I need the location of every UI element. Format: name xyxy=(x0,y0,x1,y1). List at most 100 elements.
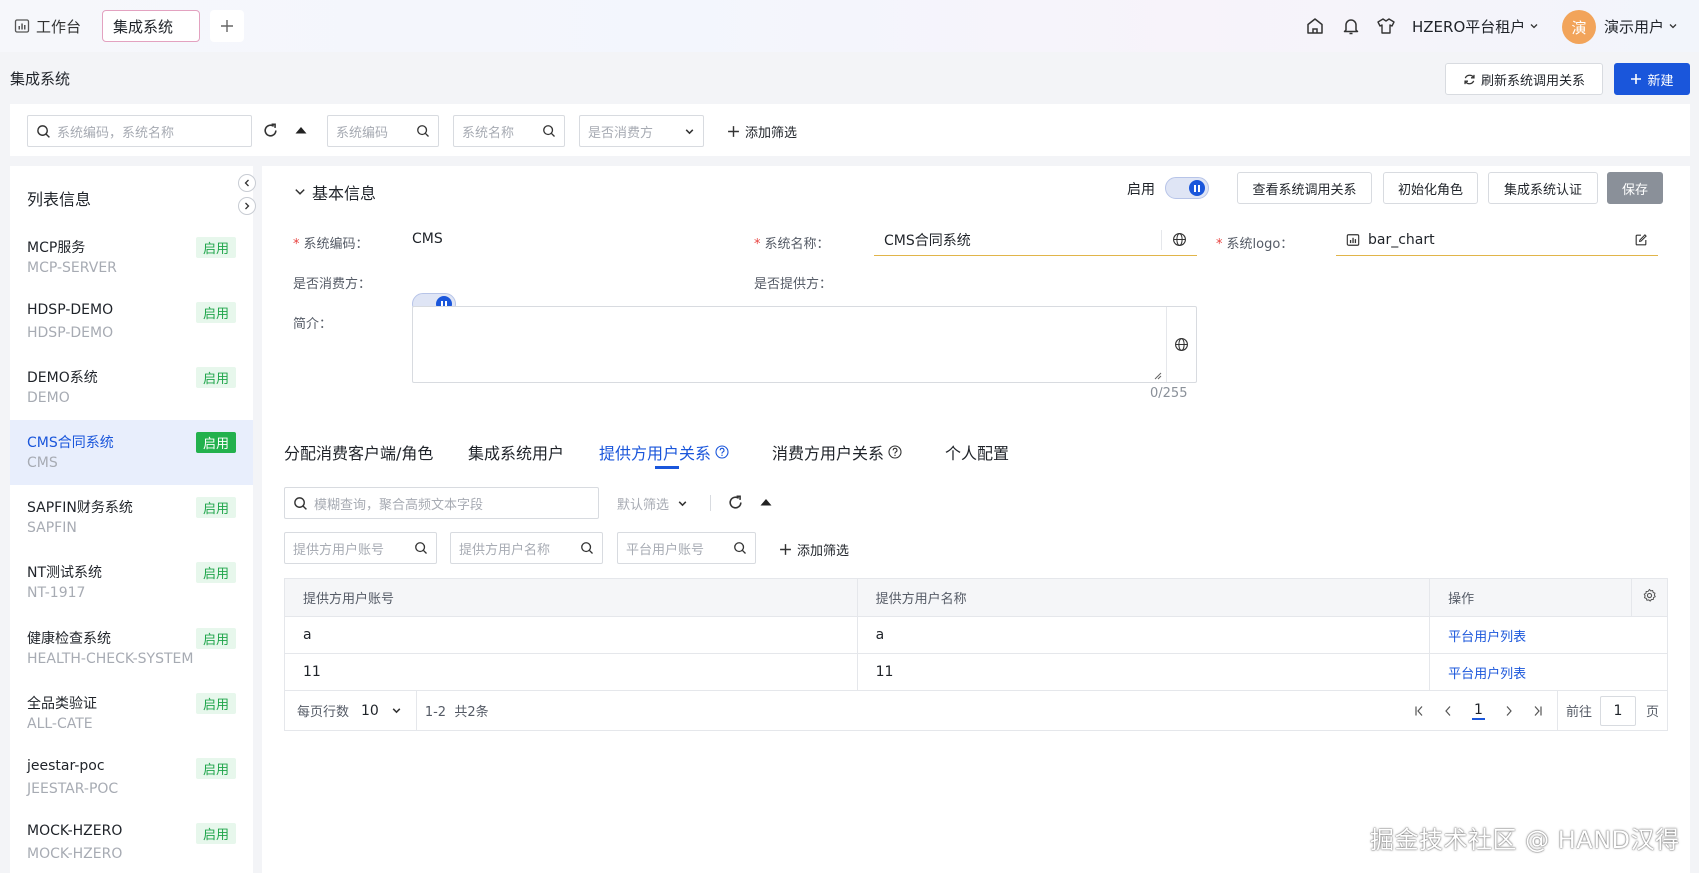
system-name-filter[interactable]: 系统名称 xyxy=(453,115,565,147)
provider-name-filter[interactable]: 提供方用户名称 xyxy=(450,532,603,564)
gear-icon[interactable] xyxy=(1642,588,1657,603)
init-role-button[interactable]: 初始化角色 xyxy=(1383,172,1478,204)
tab-system-users[interactable]: 集成系统用户 xyxy=(468,440,564,464)
rows-per-page-select[interactable]: 10 xyxy=(361,703,402,719)
collapse-up-icon[interactable] xyxy=(294,124,308,136)
expand-right-button[interactable] xyxy=(238,197,256,215)
list-item[interactable]: DEMO系统 DEMO 启用 xyxy=(10,355,253,420)
list-item-name: DEMO系统 xyxy=(27,370,98,386)
list-item-name: 全品类验证 xyxy=(27,696,97,712)
save-label: 保存 xyxy=(1621,182,1648,198)
system-code-value: CMS xyxy=(412,231,443,247)
platform-user-list-link[interactable]: 平台用户列表 xyxy=(1448,667,1526,682)
list-item[interactable]: MCP服务 MCP-SERVER 启用 xyxy=(10,225,253,290)
reload-icon[interactable] xyxy=(262,122,279,139)
search-icon xyxy=(36,124,51,139)
bell-icon[interactable] xyxy=(1339,14,1363,38)
list-item[interactable]: NT测试系统 NT-1917 启用 xyxy=(10,550,253,615)
char-count: 0/255 xyxy=(1150,386,1188,401)
system-logo-field[interactable]: bar_chart xyxy=(1336,224,1658,256)
view-relation-button[interactable]: 查看系统调用关系 xyxy=(1237,172,1372,204)
enable-switch[interactable] xyxy=(1165,177,1209,199)
system-code-filter[interactable]: 系统编码 xyxy=(327,115,439,147)
field-divider xyxy=(1161,229,1162,250)
list-item-code: JEESTAR-POC xyxy=(27,781,119,797)
default-filter-select[interactable]: 默认筛选 xyxy=(617,494,688,513)
platform-account-filter[interactable]: 平台用户账号 xyxy=(617,532,756,564)
list-item-code: NT-1917 xyxy=(27,585,86,601)
search-icon xyxy=(733,541,747,555)
column-header[interactable]: 提供方用户账号 xyxy=(284,578,858,617)
avatar-text: 演 xyxy=(1571,18,1587,37)
user-menu[interactable]: 演示用户 xyxy=(1604,14,1678,38)
last-page-icon[interactable] xyxy=(1533,705,1543,717)
tab-provider-user-relation[interactable]: 提供方用户关系 xyxy=(599,440,729,464)
tab-consumer-user-relation[interactable]: 消费方用户关系 xyxy=(772,440,902,464)
tenant-selector[interactable]: HZERO平台租户 xyxy=(1412,14,1539,38)
list-item[interactable]: jeestar-poc JEESTAR-POC 启用 xyxy=(10,746,253,811)
list-item[interactable]: MOCK-HZERO MOCK-HZERO 启用 xyxy=(10,811,253,873)
table-row[interactable]: a a 平台用户列表 xyxy=(284,616,1668,654)
consumer-select[interactable]: 是否消费方 xyxy=(579,115,704,147)
list-item[interactable]: HDSP-DEMO HDSP-DEMO 启用 xyxy=(10,290,253,355)
refresh-relation-button[interactable]: 刷新系统调用关系 xyxy=(1445,63,1603,95)
reload-icon[interactable] xyxy=(727,494,744,511)
status-badge: 启用 xyxy=(195,562,236,583)
current-page[interactable]: 1 xyxy=(1472,702,1485,720)
shirt-icon[interactable] xyxy=(1374,14,1398,38)
goto-page-input[interactable]: 1 xyxy=(1599,695,1636,726)
section-title: 基本信息 xyxy=(312,184,377,203)
search-input[interactable]: 系统编码，系统名称 xyxy=(27,115,252,147)
next-page-icon[interactable] xyxy=(1505,705,1513,717)
list-item[interactable]: 健康检查系统 HEALTH-CHECK-SYSTEM 启用 xyxy=(10,616,253,681)
add-tab-button[interactable] xyxy=(210,10,244,42)
cell-account: 11 xyxy=(284,653,858,691)
resize-handle-icon[interactable] xyxy=(1154,372,1162,380)
add-filter-button[interactable]: 添加筛选 xyxy=(779,540,849,559)
tab-consumer-client-role[interactable]: 分配消费客户端/角色 xyxy=(284,440,433,464)
edit-icon[interactable] xyxy=(1634,233,1648,247)
fuzzy-search-placeholder: 模糊查询，聚合高频文本字段 xyxy=(314,497,484,513)
collapse-up-icon[interactable] xyxy=(759,496,773,508)
add-filter-label: 添加筛选 xyxy=(745,126,798,141)
list-item-code: HEALTH-CHECK-SYSTEM xyxy=(27,651,194,667)
chevron-down-icon xyxy=(1529,21,1539,31)
provider-account-filter[interactable]: 提供方用户账号 xyxy=(284,532,437,564)
intro-textarea[interactable] xyxy=(412,306,1197,383)
list-item[interactable]: SAPFIN财务系统 SAPFIN 启用 xyxy=(10,485,253,550)
basic-info-toggle[interactable]: 基本信息 xyxy=(294,180,376,204)
chevron-down-icon xyxy=(391,705,402,716)
collapse-left-button[interactable] xyxy=(238,174,256,192)
add-filter-button[interactable]: 添加筛选 xyxy=(727,122,797,141)
tab-integration-system[interactable]: 集成系统 xyxy=(102,10,200,42)
list-item-name: SAPFIN财务系统 xyxy=(27,500,133,516)
new-button[interactable]: 新建 xyxy=(1614,63,1690,95)
list-item[interactable]: 全品类验证 ALL-CATE 启用 xyxy=(10,681,253,746)
globe-icon[interactable] xyxy=(1172,232,1187,247)
fuzzy-search-input[interactable]: 模糊查询，聚合高频文本字段 xyxy=(284,487,599,519)
list-item-name: MCP服务 xyxy=(27,240,86,256)
system-name-field[interactable]: CMS合同系统 xyxy=(874,224,1197,256)
list-item-code: CMS xyxy=(27,455,58,471)
avatar[interactable]: 演 xyxy=(1562,10,1596,44)
table-header-row: 提供方用户账号 提供方用户名称 操作 xyxy=(284,578,1669,617)
globe-icon[interactable] xyxy=(1166,307,1196,382)
help-icon[interactable] xyxy=(888,445,902,459)
system-auth-button[interactable]: 集成系统认证 xyxy=(1488,172,1598,204)
chevron-down-icon xyxy=(1668,21,1678,31)
tenant-name: HZERO平台租户 xyxy=(1412,17,1526,36)
tab-personal-config[interactable]: 个人配置 xyxy=(945,440,1009,464)
list-item-name: CMS合同系统 xyxy=(27,435,114,451)
platform-user-list-link[interactable]: 平台用户列表 xyxy=(1448,630,1526,645)
column-header[interactable]: 提供方用户名称 xyxy=(856,578,1431,617)
tab-workbench[interactable]: 工作台 xyxy=(4,10,91,42)
list-item-selected[interactable]: CMS合同系统 CMS 启用 xyxy=(10,420,253,485)
system-code-placeholder: 系统编码 xyxy=(336,125,389,141)
column-settings[interactable] xyxy=(1630,578,1669,617)
save-button[interactable]: 保存 xyxy=(1607,172,1663,204)
prev-page-icon[interactable] xyxy=(1444,705,1452,717)
home-icon[interactable] xyxy=(1303,14,1327,38)
table-row[interactable]: 11 11 平台用户列表 xyxy=(284,653,1668,691)
first-page-icon[interactable] xyxy=(1414,705,1424,717)
help-icon[interactable] xyxy=(715,445,729,459)
